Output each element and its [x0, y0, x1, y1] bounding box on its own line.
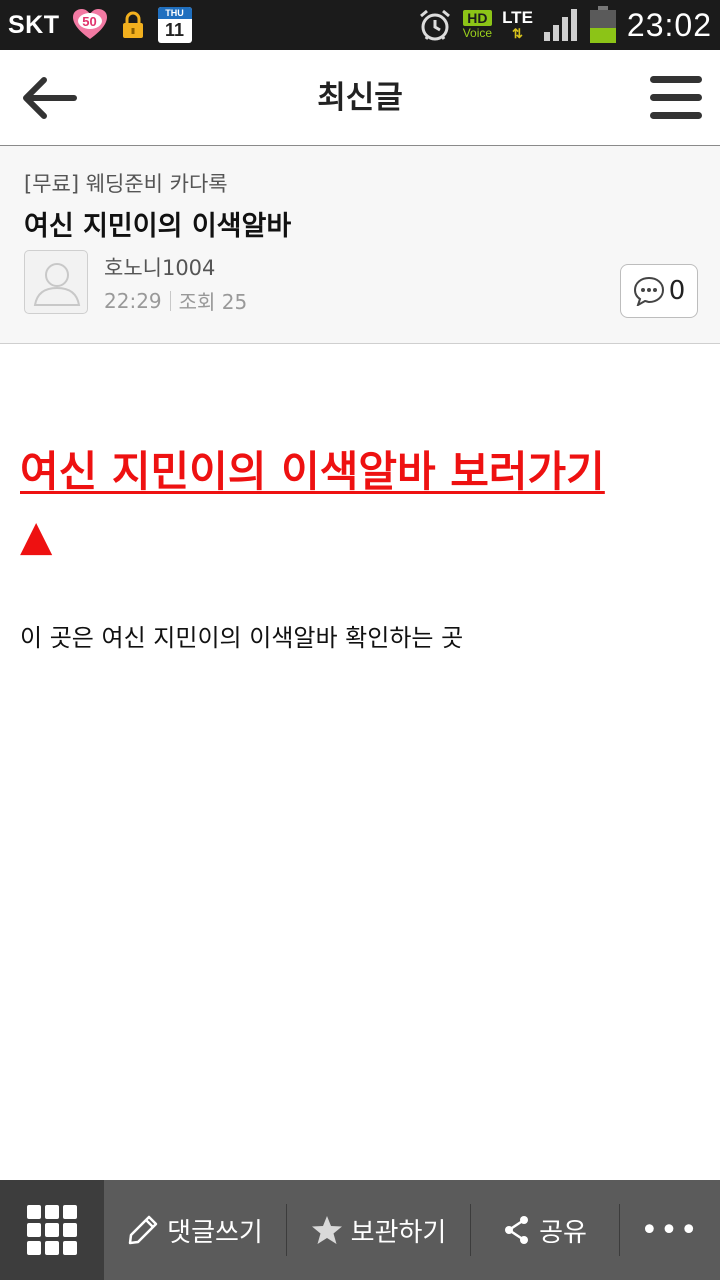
content-link[interactable]: 여신 지민이의 이색알바 보러가기 ▲: [20, 440, 700, 568]
post-header: [무료] 웨딩준비 카다록 여신 지민이의 이색알바 호노니1004 22:29…: [0, 146, 720, 344]
status-left: SKT 50 THU 11: [8, 0, 192, 50]
save-label: 보관하기: [350, 1217, 447, 1248]
network-label: LTE: [502, 8, 533, 27]
post-author[interactable]: 호노니1004: [104, 252, 215, 282]
status-bar: SKT 50 THU 11 HD Voice LTE ⇅ 23:02: [0, 0, 720, 50]
voice-label: Voice: [462, 26, 493, 40]
post-views: 조회 25: [178, 290, 248, 314]
write-comment-label: 댓글쓰기: [167, 1217, 263, 1248]
heart-badge-number: 50: [82, 14, 97, 29]
clock: 23:02: [626, 6, 712, 43]
apps-grid-button[interactable]: [0, 1180, 104, 1280]
save-button[interactable]: 보관하기: [287, 1180, 470, 1280]
avatar[interactable]: [24, 250, 88, 314]
battery-icon: [589, 6, 616, 43]
network-arrows: ⇅: [512, 26, 523, 41]
signal-icon: [543, 9, 577, 41]
write-comment-button[interactable]: 댓글쓰기: [104, 1180, 286, 1280]
carrier-label: SKT: [8, 10, 60, 39]
meta-divider: [169, 290, 171, 311]
post-category[interactable]: [무료] 웨딩준비 카다록: [24, 168, 228, 198]
star-icon: [311, 1216, 342, 1244]
up-triangle-icon[interactable]: ▲: [20, 504, 52, 568]
page-title: 최신글: [317, 80, 403, 116]
more-options-button[interactable]: •••: [620, 1180, 720, 1280]
bottom-toolbar: 댓글쓰기 보관하기 공유 •••: [0, 1180, 720, 1280]
user-placeholder-icon: [33, 263, 81, 306]
heart-badge-icon: 50: [72, 9, 108, 41]
back-arrow-icon[interactable]: [18, 74, 78, 122]
lock-icon: [122, 11, 143, 38]
share-icon: [505, 1216, 529, 1244]
alarm-icon: [419, 9, 450, 41]
post-title: 여신 지민이의 이색알바: [24, 211, 292, 242]
comment-count-button[interactable]: 0: [620, 264, 698, 318]
post-body-text: 이 곳은 여신 지민이의 이색알바 확인하는 곳: [20, 624, 464, 652]
battery-fill: [589, 28, 616, 43]
lte-icon: LTE ⇅: [502, 9, 533, 41]
comment-count: 0: [668, 276, 686, 306]
hd-voice-icon: HD Voice: [463, 10, 492, 40]
calendar-weekday: THU: [157, 7, 192, 19]
menu-icon[interactable]: [650, 76, 702, 120]
hd-label: HD: [463, 10, 492, 26]
speech-bubble-icon: [633, 276, 664, 306]
post-time: 22:29: [104, 288, 162, 313]
share-button[interactable]: 공유: [471, 1180, 619, 1280]
app-bar: 최신글: [0, 50, 720, 146]
content-link-text[interactable]: 여신 지민이의 이색알바 보러가기: [20, 447, 605, 496]
post-meta: 22:29 조회 25: [104, 286, 247, 315]
pencil-icon: [128, 1215, 158, 1245]
calendar-day: 11: [164, 20, 185, 40]
calendar-icon: THU 11: [157, 7, 192, 43]
grid-icon: [27, 1205, 77, 1255]
status-right: HD Voice LTE ⇅ 23:02: [417, 0, 712, 50]
share-label: 공유: [539, 1217, 587, 1248]
more-dots-icon: •••: [640, 1212, 700, 1248]
